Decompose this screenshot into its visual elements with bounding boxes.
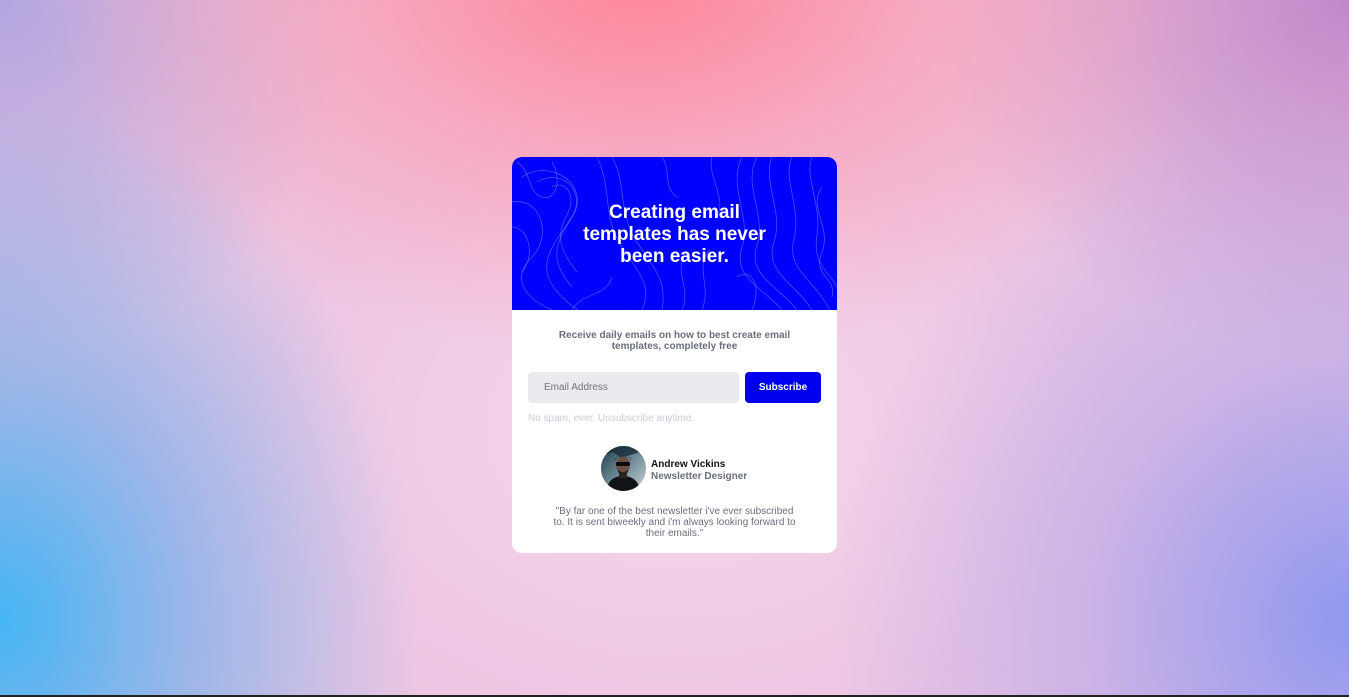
hero-title: Creating email templates has never been … bbox=[583, 202, 766, 267]
email-field[interactable] bbox=[528, 372, 739, 403]
subscribe-button[interactable]: Subscribe bbox=[745, 372, 821, 403]
intro-text: Receive daily emails on how to best crea… bbox=[558, 330, 791, 352]
author-name: Andrew Vickins bbox=[651, 459, 726, 470]
avatar bbox=[601, 446, 646, 491]
newsletter-card: Creating email templates has never been … bbox=[512, 157, 837, 553]
author-portrait-icon bbox=[601, 446, 646, 491]
hero-banner: Creating email templates has never been … bbox=[512, 157, 837, 310]
disclaimer-text: No spam, ever. Unsubscribe anytime. bbox=[528, 413, 695, 424]
testimonial-quote: "By far one of the best newsletter i've … bbox=[553, 506, 796, 539]
author-role: Newsletter Designer bbox=[651, 471, 748, 482]
